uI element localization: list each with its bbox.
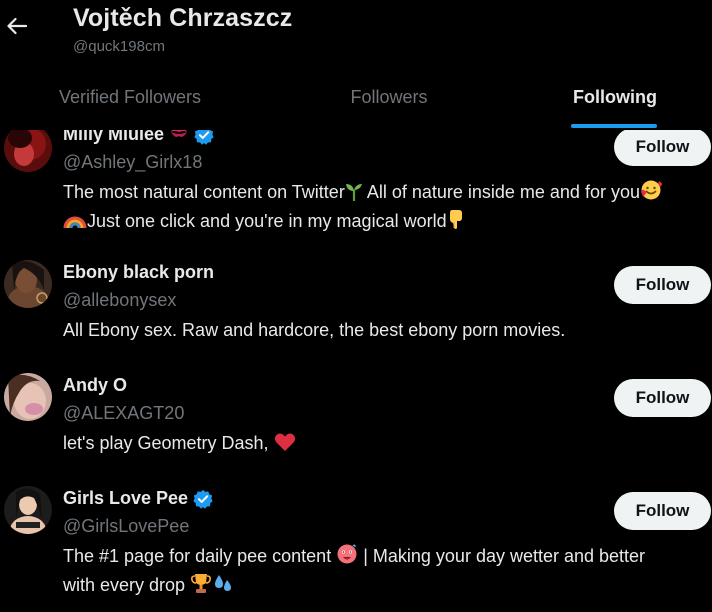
user-bio: The most natural content on Twitter All … [63, 179, 683, 237]
avatar[interactable] [4, 260, 52, 308]
active-tab-indicator [571, 124, 657, 128]
user-bio: let's play Geometry Dash, [63, 430, 683, 459]
user-bio: All Ebony sex. Raw and hardcore, the bes… [63, 320, 566, 340]
smiling-face-with-hearts-icon [640, 179, 662, 208]
droplets-icon [212, 572, 234, 601]
tab-label: Followers [350, 87, 428, 107]
follow-button[interactable]: Follow [614, 128, 711, 166]
user-name-line: Girls Love Pee [63, 488, 213, 509]
follow-button[interactable]: Follow [614, 492, 711, 530]
bio-text: let's play Geometry Dash, [63, 433, 269, 453]
hot-face-icon [336, 543, 358, 572]
tab-verified-followers[interactable]: Verified Followers [0, 70, 260, 128]
bio-text: | Making your day wetter and better [358, 546, 646, 566]
trophy-icon [190, 572, 212, 601]
tab-bar: Verified Followers Followers Following [0, 70, 712, 128]
avatar[interactable] [4, 124, 52, 172]
user-handle[interactable]: @allebonysex [63, 290, 176, 311]
bio-text: The #1 page for daily pee content [63, 546, 332, 566]
bio-text: Just one click and you're in my magical … [87, 211, 447, 231]
user-handle[interactable]: @GirlsLovePee [63, 516, 189, 537]
arrow-left-icon [7, 17, 28, 40]
bio-text: with every drop [63, 575, 186, 595]
pointing-down-icon [447, 208, 465, 237]
user-name-line: Ebony black porn [63, 262, 214, 283]
bio-text: All of nature inside me and for you [362, 182, 640, 202]
seedling-icon [345, 181, 363, 208]
tab-label: Following [573, 87, 657, 107]
avatar[interactable] [4, 486, 52, 534]
tab-following[interactable]: Following [518, 70, 712, 128]
red-heart-icon [274, 432, 296, 459]
tab-label: Verified Followers [58, 87, 202, 107]
follow-button[interactable]: Follow [614, 266, 711, 304]
user-name[interactable]: Girls Love Pee [63, 488, 188, 509]
user-name[interactable]: Andy O [63, 375, 127, 396]
user-name-line: Andy O [63, 375, 127, 396]
tab-followers[interactable]: Followers [260, 70, 518, 128]
user-handle[interactable]: @ALEXAGT20 [63, 403, 184, 424]
avatar[interactable] [4, 373, 52, 421]
back-button[interactable] [6, 14, 28, 42]
profile-handle: @quck198cm [73, 38, 165, 55]
bio-text: The most natural content on Twitter [63, 182, 345, 202]
page-title: Vojtěch Chrzaszcz [73, 4, 293, 32]
user-name[interactable]: Ebony black porn [63, 262, 214, 283]
verified-badge-icon[interactable] [193, 489, 213, 509]
rainbow-icon [63, 210, 87, 237]
user-handle[interactable]: @Ashley_Girlx18 [63, 152, 202, 173]
follow-button[interactable]: Follow [614, 379, 711, 417]
profile-header: Vojtěch Chrzaszcz @quck198cm Verified Fo… [0, 0, 712, 130]
user-bio: The #1 page for daily pee content | Maki… [63, 543, 683, 601]
